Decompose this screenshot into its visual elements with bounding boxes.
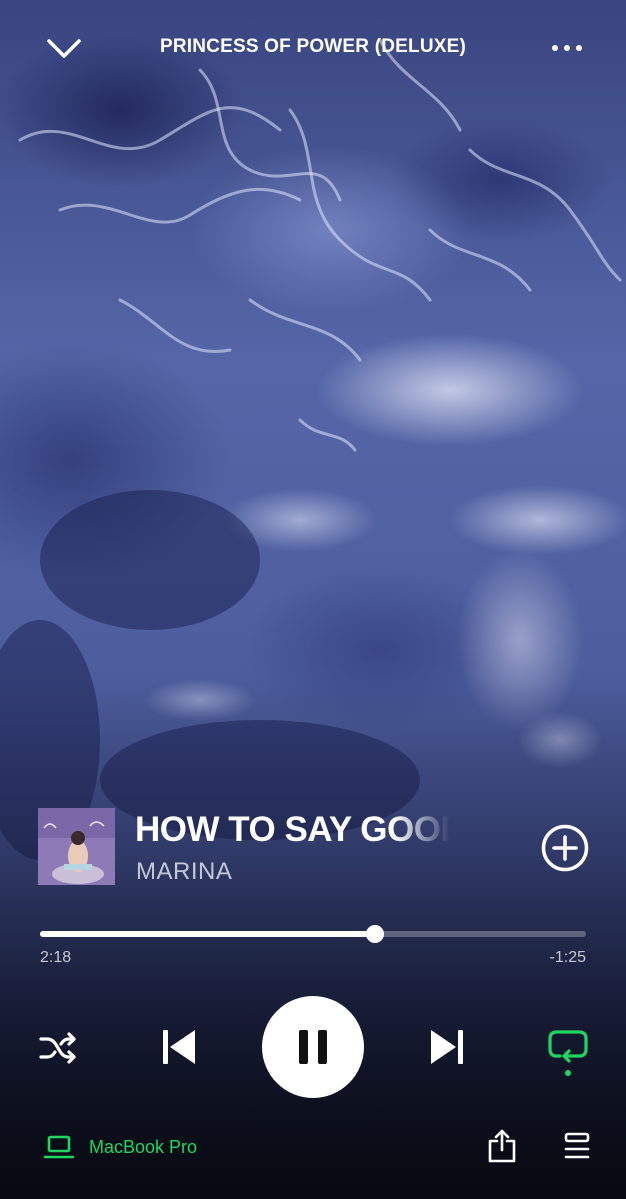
shuffle-button[interactable] bbox=[36, 1028, 80, 1068]
pause-icon bbox=[299, 1030, 327, 1064]
queue-button[interactable] bbox=[562, 1132, 592, 1162]
device-name: MacBook Pro bbox=[89, 1136, 198, 1157]
connected-device-button[interactable]: MacBook Pro bbox=[44, 1132, 197, 1162]
remaining-time: -1:25 bbox=[549, 949, 586, 966]
bottom-shade bbox=[0, 679, 626, 1199]
player-header: PRINCESS OF POWER (DELUXE) bbox=[0, 0, 626, 96]
progress-bar[interactable] bbox=[40, 925, 586, 943]
share-icon bbox=[488, 1129, 516, 1163]
skip-previous-icon bbox=[163, 1030, 195, 1064]
laptop-icon bbox=[44, 1135, 74, 1159]
next-button[interactable] bbox=[423, 1025, 471, 1069]
track-title[interactable]: HOW TO SAY GOODBYE bbox=[135, 810, 450, 856]
repeat-icon bbox=[548, 1030, 588, 1076]
chevron-down-icon bbox=[47, 39, 81, 58]
pause-button[interactable] bbox=[262, 996, 364, 1098]
album-cover[interactable] bbox=[38, 808, 115, 885]
ellipsis-icon bbox=[552, 45, 582, 51]
more-options-button[interactable] bbox=[548, 36, 588, 60]
share-button[interactable] bbox=[486, 1128, 518, 1164]
previous-button[interactable] bbox=[155, 1025, 203, 1069]
elapsed-time: 2:18 bbox=[40, 949, 72, 966]
album-title: PRINCESS OF POWER (DELUXE) bbox=[159, 36, 467, 57]
add-circle-icon bbox=[541, 824, 589, 872]
album-cover-art bbox=[38, 808, 115, 885]
queue-icon bbox=[564, 1132, 590, 1159]
repeat-button[interactable] bbox=[546, 1026, 590, 1078]
progress-fill bbox=[40, 931, 376, 937]
shuffle-icon bbox=[39, 1032, 76, 1064]
add-to-library-button[interactable] bbox=[540, 823, 590, 873]
artist-name[interactable]: MARINA bbox=[136, 858, 232, 886]
collapse-button[interactable] bbox=[44, 30, 84, 66]
skip-next-icon bbox=[431, 1030, 463, 1064]
